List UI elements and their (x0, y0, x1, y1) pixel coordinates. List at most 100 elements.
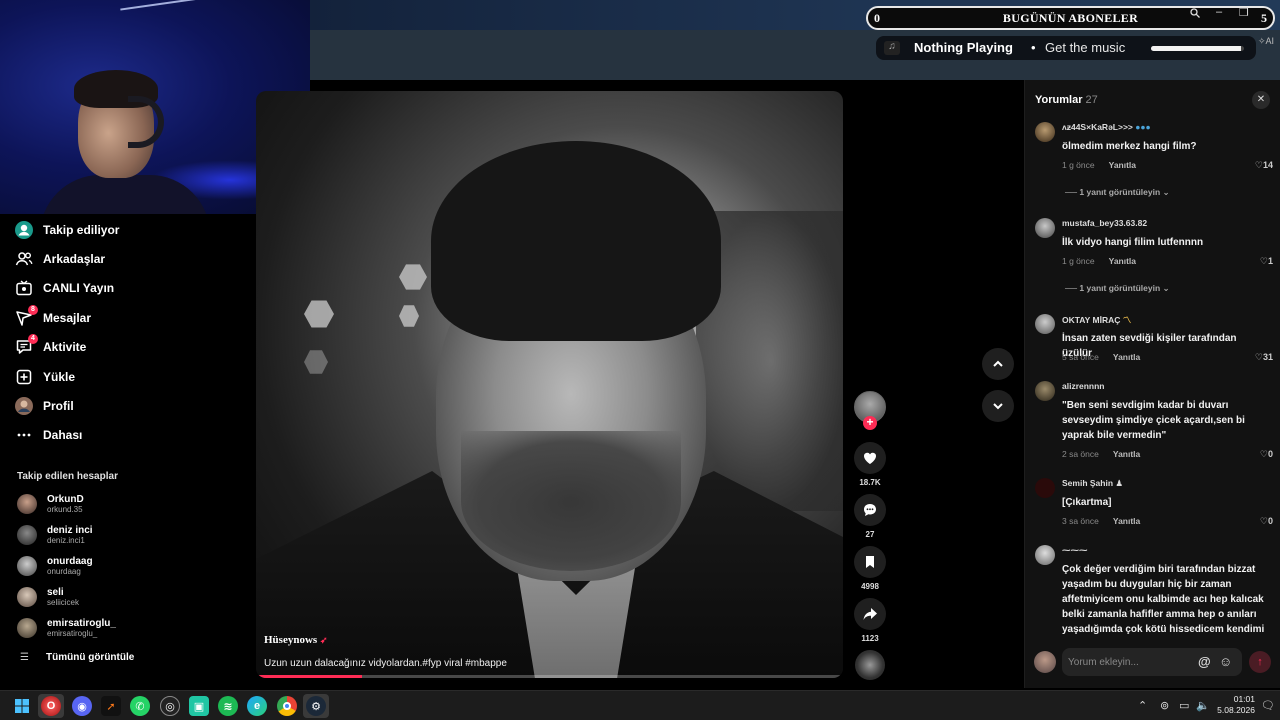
video-player[interactable]: Hüseynows ➶ Uzun uzun dalacağınız vidyol… (256, 91, 843, 678)
video-progress-bar[interactable] (256, 675, 843, 678)
reply-button[interactable]: Yanıtla (1109, 160, 1136, 170)
see-all-following[interactable]: ☰ Tümünü görüntüle (20, 652, 134, 663)
live-icon (14, 278, 34, 298)
discord-icon[interactable]: ◉ (72, 696, 92, 716)
comment-likes[interactable]: ♡31 (1255, 352, 1273, 363)
ai-badge: ✧AI (1258, 36, 1274, 47)
comment-likes[interactable]: ♡14 (1255, 160, 1273, 171)
comment-input-box[interactable]: @ ☺ (1062, 648, 1242, 676)
comment-text: ölmedim merkez hangi film? (1062, 141, 1197, 152)
comment-username[interactable]: OKTAY MİRAÇ 〽 (1062, 314, 1131, 326)
sidebar-item-more[interactable]: Dahası (14, 424, 82, 446)
send-comment-button[interactable]: ↑ (1249, 651, 1271, 673)
obs-icon[interactable]: ◎ (160, 696, 180, 716)
edge-icon[interactable]: e (247, 696, 267, 716)
see-all-label: Tümünü görüntüle (46, 652, 135, 663)
mention-icon[interactable]: @ (1198, 654, 1211, 669)
taskbar-clock[interactable]: 01:01 5.08.2026 (1215, 694, 1255, 716)
reply-button[interactable]: Yanıtla (1109, 256, 1136, 266)
comment-text: İlk vidyo hangi filim lutfennnn (1062, 237, 1204, 248)
view-replies-button[interactable]: ── 1 yanıt görüntüleyin ⌄ (1065, 187, 1170, 198)
comment-like-count: 14 (1262, 160, 1273, 170)
next-video-button[interactable] (982, 390, 1014, 422)
arrow-app-icon[interactable]: ➚ (101, 696, 121, 716)
windows-start-icon[interactable] (12, 696, 32, 716)
chat-app-icon[interactable]: ▣ (189, 696, 209, 716)
comment-button[interactable] (854, 494, 886, 526)
comment-username[interactable]: ʌƶ44S×KaRəL>>> ●●● (1062, 122, 1151, 132)
like-action[interactable]: 18.7K (854, 442, 886, 487)
sidebar-item-live[interactable]: CANLI Yayın (14, 277, 114, 299)
comment-like-count: 31 (1262, 352, 1273, 362)
sidebar-item-label: Mesajlar (43, 311, 92, 325)
followed-account[interactable]: emirsatiroglu_ emirsatiroglu_ (17, 616, 116, 640)
volume-icon[interactable]: 🔈 (1196, 699, 1210, 712)
avatar[interactable] (1035, 381, 1055, 401)
location-icon[interactable]: ⊚ (1160, 699, 1169, 712)
messages-badge: 8 (28, 305, 38, 315)
account-name: onurdaag (47, 556, 93, 567)
video-author[interactable]: Hüseynows ➶ (264, 634, 327, 646)
save-count: 4998 (861, 582, 879, 591)
avatar[interactable] (1035, 122, 1055, 142)
avatar[interactable] (1035, 314, 1055, 334)
followed-account[interactable]: onurdaag onurdaag (17, 554, 93, 578)
restore-icon[interactable]: ❐ (1239, 6, 1249, 19)
avatar[interactable] (1035, 478, 1055, 498)
close-comments-button[interactable]: ✕ (1252, 91, 1270, 109)
comment-meta: 1 g önce Yanıtla (1062, 256, 1136, 266)
search-icon[interactable] (1190, 8, 1200, 21)
chrome-icon[interactable] (277, 696, 297, 716)
sidebar-item-profile[interactable]: Profil (14, 395, 74, 417)
sidebar-item-upload[interactable]: Yükle (14, 366, 75, 388)
save-action[interactable]: 4998 (854, 546, 886, 591)
share-action[interactable]: 1123 (854, 598, 886, 643)
comment-username[interactable]: Semih Şahin ♟ (1062, 478, 1123, 489)
minimize-icon[interactable]: – (1216, 6, 1222, 18)
music-widget: ♫ Nothing Playing • Get the music (876, 36, 1256, 60)
tray-overflow-icon[interactable]: ⌃ (1138, 699, 1147, 712)
whatsapp-icon[interactable]: ✆ (130, 696, 150, 716)
follow-plus-button[interactable]: + (863, 416, 877, 430)
followed-account[interactable]: OrkunD orkund.35 (17, 492, 84, 516)
sidebar-item-label: Aktivite (43, 340, 87, 354)
comment-likes[interactable]: ♡0 (1260, 516, 1273, 527)
comment-text: Çok değer verdiğim biri tarafından bizza… (1062, 564, 1265, 635)
sidebar-item-activity[interactable]: 4 Aktivite (14, 334, 87, 358)
share-icon (863, 608, 877, 620)
share-button[interactable] (854, 598, 886, 630)
like-button[interactable] (854, 442, 886, 474)
comment-time: 1 g önce (1062, 160, 1095, 170)
comment-input[interactable] (1068, 653, 1196, 671)
account-name: OrkunD (47, 494, 84, 505)
network-icon[interactable]: ▭ (1179, 699, 1189, 712)
opera-gx-icon[interactable]: O (41, 696, 61, 716)
heart-icon (863, 452, 877, 464)
view-replies-button[interactable]: ── 1 yanıt görüntüleyin ⌄ (1065, 283, 1170, 294)
sidebar-item-friends[interactable]: Arkadaşlar (14, 248, 105, 270)
previous-video-button[interactable] (982, 348, 1014, 380)
account-handle: emirsatiroglu_ (47, 629, 98, 638)
avatar[interactable] (1035, 545, 1055, 565)
avatar[interactable] (1035, 218, 1055, 238)
emoji-icon[interactable]: ☺ (1219, 654, 1232, 669)
followed-account[interactable]: deniz inci deniz.inci1 (17, 523, 93, 547)
music-disc-icon[interactable] (855, 650, 885, 680)
reply-button[interactable]: Yanıtla (1113, 516, 1140, 526)
sidebar-item-following[interactable]: Takip ediliyor (14, 219, 119, 241)
comment-likes[interactable]: ♡0 (1260, 449, 1273, 460)
comment-likes[interactable]: ♡1 (1260, 256, 1273, 267)
reply-button[interactable]: Yanıtla (1113, 352, 1140, 362)
notification-icon[interactable]: 🗨 (1261, 699, 1275, 712)
comment-username[interactable]: alizrennnn (1062, 381, 1105, 391)
spotify-icon[interactable]: ≋ (218, 696, 238, 716)
reply-button[interactable]: Yanıtla (1113, 449, 1140, 459)
steam-icon[interactable]: ⚙ (306, 696, 326, 716)
comment-username[interactable]: mustafa_bey33.63.82 (1062, 218, 1147, 228)
comment-username[interactable]: ⁓⁓⁓ (1062, 545, 1088, 556)
sidebar-item-messages[interactable]: 8 Mesajlar (14, 305, 92, 329)
followed-account[interactable]: seli seliicicek (17, 585, 79, 609)
comment-text: [Çıkartma] (1062, 497, 1112, 508)
save-button[interactable] (854, 546, 886, 578)
comment-action[interactable]: 27 (854, 494, 886, 539)
